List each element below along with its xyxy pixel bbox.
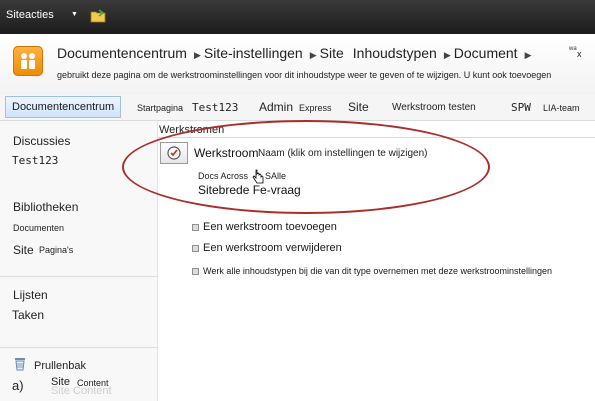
ql-test123[interactable]: Test123 <box>12 154 58 167</box>
bullet-icon <box>192 245 199 252</box>
bullet-icon <box>192 224 199 231</box>
people-icon <box>21 53 35 69</box>
breadcrumb-site[interactable]: Site <box>320 45 344 61</box>
ql-paginas[interactable]: Pagina's <box>39 245 73 255</box>
ql-footer-ghost: Site Content <box>51 385 112 397</box>
top-bar: Siteacties ▼ <box>0 0 595 34</box>
nav-test123[interactable]: Test123 <box>192 101 238 114</box>
site-actions-menu[interactable]: Siteacties <box>6 9 54 21</box>
top-navigation: Documentencentrum Startpagina Test123 Ad… <box>0 94 595 121</box>
nav-documentencentrum[interactable]: Documentencentrum <box>5 96 122 118</box>
chevron-right-icon: ▶ <box>443 50 451 60</box>
chevron-right-icon: ▶ <box>524 50 532 60</box>
ql-footer-marker: a) <box>12 378 24 393</box>
divider <box>0 347 157 348</box>
nav-lia-team[interactable]: LIA-team <box>543 103 580 113</box>
folder-icon[interactable] <box>90 9 106 23</box>
breadcrumb-close[interactable]: x <box>577 49 582 59</box>
chevron-down-icon[interactable]: ▼ <box>71 11 78 18</box>
ql-lijsten[interactable]: Lijsten <box>13 288 48 302</box>
breadcrumb-documentencentrum[interactable]: Documentencentrum <box>57 45 187 61</box>
ql-documenten[interactable]: Documenten <box>13 223 64 233</box>
ql-bibliotheken[interactable]: Bibliotheken <box>13 200 78 214</box>
action-add-workflow-label[interactable]: Een werkstroom toevoegen <box>203 221 337 233</box>
action-remove-workflow-label[interactable]: Een werkstroom verwijderen <box>203 242 342 254</box>
nav-express[interactable]: Express <box>299 103 332 113</box>
nav-admin[interactable]: Admin <box>259 100 293 114</box>
nav-spw[interactable]: SPW <box>511 101 531 114</box>
chevron-right-icon: ▶ <box>309 50 317 60</box>
ql-site[interactable]: Site <box>13 243 34 257</box>
breadcrumb-document[interactable]: Document <box>454 45 518 61</box>
nav-startpagina[interactable]: Startpagina <box>137 103 183 113</box>
page-header: Documentencentrum ▶ Site-instellingen ▶ Site… <box>0 34 595 95</box>
breadcrumb-site-instellingen[interactable]: Site-instellingen <box>204 45 303 61</box>
ql-discussies[interactable]: Discussies <box>13 134 70 148</box>
site-logo-icon[interactable] <box>13 46 43 76</box>
breadcrumb-tail: wa <box>569 46 577 52</box>
bullet-icon <box>192 268 199 275</box>
breadcrumb: Documentencentrum ▶ Site-instellingen ▶ Site… <box>57 45 535 61</box>
ql-taken[interactable]: Taken <box>12 308 44 322</box>
nav-site[interactable]: Site <box>348 100 369 114</box>
annotation-oval <box>122 120 490 214</box>
breadcrumb-inhoudstypen[interactable]: Inhoudstypen <box>353 45 437 61</box>
divider <box>0 276 157 277</box>
recycle-bin-icon[interactable] <box>14 357 26 371</box>
nav-werkstroom-testen[interactable]: Werkstroom testen <box>392 102 476 113</box>
action-update-content-types-label[interactable]: Werk alle inhoudstypen bij die van dit t… <box>203 266 552 276</box>
page-description: gebruikt deze pagina om de werkstroomins… <box>57 70 552 80</box>
ql-prullenbak[interactable]: Prullenbak <box>34 360 86 372</box>
chevron-right-icon: ▶ <box>193 50 201 60</box>
